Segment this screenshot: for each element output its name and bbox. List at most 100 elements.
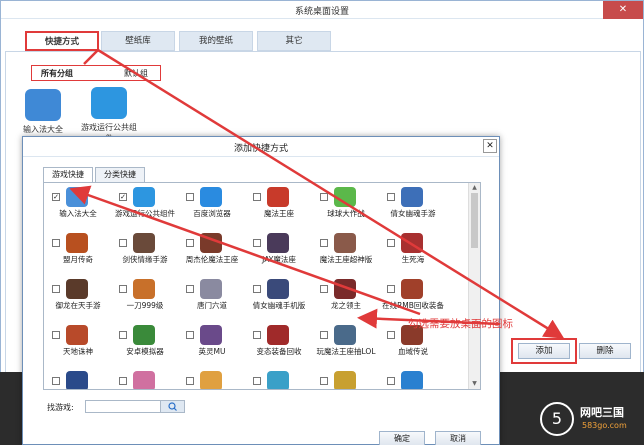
game-item[interactable]: 魔法王座 — [245, 187, 313, 235]
input-method-icon — [25, 89, 61, 121]
game-checkbox[interactable] — [320, 193, 328, 201]
game-label: 御龙在天手游 — [55, 301, 101, 310]
game-item[interactable] — [44, 371, 112, 389]
game-checkbox[interactable] — [387, 377, 395, 385]
game-checkbox[interactable] — [387, 331, 395, 339]
game-item[interactable]: 倩女幽魂手机版 — [245, 279, 313, 327]
game-checkbox[interactable] — [387, 193, 395, 201]
close-button[interactable]: ✕ — [603, 1, 643, 19]
game-label: 球球大作战 — [327, 209, 365, 218]
game-checkbox[interactable] — [119, 377, 127, 385]
game-icon — [267, 233, 289, 253]
game-item[interactable]: 御龙在天手游 — [44, 279, 112, 327]
game-item[interactable]: 倩女幽魂手游 — [379, 187, 447, 235]
game-label: 在线RMB回收装备 — [382, 301, 444, 310]
game-label: 倩女幽魂手机版 — [252, 301, 306, 310]
game-item[interactable]: 安卓模拟器 — [111, 325, 179, 373]
game-checkbox[interactable] — [253, 285, 261, 293]
game-icon — [133, 187, 155, 207]
game-checkbox[interactable]: ✓ — [52, 193, 60, 201]
game-checkbox[interactable]: ✓ — [119, 193, 127, 201]
game-item[interactable]: 百度浏览器 — [178, 187, 246, 235]
subtab-default-group[interactable]: 默认组 — [124, 68, 148, 79]
game-checkbox[interactable] — [253, 193, 261, 201]
game-checkbox[interactable] — [186, 193, 194, 201]
game-checkbox[interactable] — [320, 377, 328, 385]
desktop-item[interactable]: 输入法大全 — [13, 89, 73, 135]
game-checkbox[interactable] — [387, 285, 395, 293]
game-checkbox[interactable] — [186, 377, 194, 385]
game-icon — [267, 371, 289, 389]
delete-button[interactable]: 删除 — [579, 343, 631, 359]
game-item[interactable] — [379, 371, 447, 389]
game-checkbox[interactable] — [387, 239, 395, 247]
tab-category-shortcuts[interactable]: 分类快捷 — [95, 167, 145, 183]
search-button[interactable] — [160, 400, 185, 413]
game-label: 天地诛神 — [63, 347, 93, 356]
tab-shortcuts[interactable]: 快捷方式 — [25, 31, 99, 51]
game-label: 剑侠情缘手游 — [122, 255, 168, 264]
game-icon — [66, 279, 88, 299]
tab-other[interactable]: 其它 — [257, 31, 331, 51]
game-item[interactable]: 周杰伦魔法王座 — [178, 233, 246, 281]
game-checkbox[interactable] — [253, 239, 261, 247]
scroll-down-icon[interactable]: ▼ — [470, 380, 479, 388]
game-icon — [401, 233, 423, 253]
game-item[interactable]: 变态装备回收 — [245, 325, 313, 373]
game-icon — [66, 371, 88, 389]
game-item[interactable]: 球球大作战 — [312, 187, 380, 235]
game-item[interactable]: 生死海 — [379, 233, 447, 281]
game-item[interactable]: 盟月传奇 — [44, 233, 112, 281]
game-checkbox[interactable] — [52, 285, 60, 293]
ok-button[interactable]: 确定 — [379, 431, 425, 445]
game-checkbox[interactable] — [320, 331, 328, 339]
game-item[interactable] — [245, 371, 313, 389]
game-checkbox[interactable] — [253, 331, 261, 339]
game-checkbox[interactable] — [186, 331, 194, 339]
game-item[interactable]: JAY魔法座 — [245, 233, 313, 281]
scrollbar[interactable]: ▲ ▼ — [468, 183, 480, 389]
game-item[interactable]: 一刀999级 — [111, 279, 179, 327]
game-item[interactable]: ✓ 输入法大全 — [44, 187, 112, 235]
game-icon — [401, 371, 423, 389]
game-checkbox[interactable] — [253, 377, 261, 385]
game-item[interactable]: 血域传说 — [379, 325, 447, 373]
game-item[interactable]: ✓ 游戏运行公共组件 — [111, 187, 179, 235]
game-label: 龙之领主 — [331, 301, 361, 310]
subtab-all-groups[interactable]: 所有分组 — [41, 68, 73, 79]
scrollbar-thumb[interactable] — [471, 193, 478, 248]
game-checkbox[interactable] — [52, 377, 60, 385]
cancel-button[interactable]: 取消 — [435, 431, 481, 445]
scroll-up-icon[interactable]: ▲ — [470, 184, 479, 192]
game-item[interactable] — [111, 371, 179, 389]
game-item[interactable]: 英灵MU — [178, 325, 246, 373]
game-item[interactable] — [178, 371, 246, 389]
tab-wallpaper-library[interactable]: 壁纸库 — [101, 31, 175, 51]
game-icon — [200, 279, 222, 299]
game-item[interactable]: 龙之领主 — [312, 279, 380, 327]
game-icon — [133, 325, 155, 345]
game-checkbox[interactable] — [52, 331, 60, 339]
tab-game-shortcuts[interactable]: 游戏快捷 — [43, 167, 93, 183]
game-label: 英灵MU — [198, 347, 226, 356]
game-label: 游戏运行公共组件 — [115, 209, 175, 218]
game-checkbox[interactable] — [186, 285, 194, 293]
game-checkbox[interactable] — [320, 239, 328, 247]
game-checkbox[interactable] — [119, 239, 127, 247]
dialog-close-button[interactable]: ✕ — [483, 139, 497, 153]
logo-circle: 5 — [540, 402, 574, 436]
game-item[interactable]: 天地诛神 — [44, 325, 112, 373]
game-checkbox[interactable] — [320, 285, 328, 293]
game-item[interactable]: 剑侠情缘手游 — [111, 233, 179, 281]
game-icon — [200, 187, 222, 207]
tab-my-wallpaper[interactable]: 我的壁纸 — [179, 31, 253, 51]
game-checkbox[interactable] — [52, 239, 60, 247]
game-label: 安卓模拟器 — [126, 347, 164, 356]
game-checkbox[interactable] — [119, 285, 127, 293]
game-checkbox[interactable] — [119, 331, 127, 339]
game-item[interactable] — [312, 371, 380, 389]
game-item[interactable]: 唐门六道 — [178, 279, 246, 327]
game-checkbox[interactable] — [186, 239, 194, 247]
game-item[interactable]: 玩魔法王座抽LOL — [312, 325, 380, 373]
game-item[interactable]: 魔法王座超神版 — [312, 233, 380, 281]
